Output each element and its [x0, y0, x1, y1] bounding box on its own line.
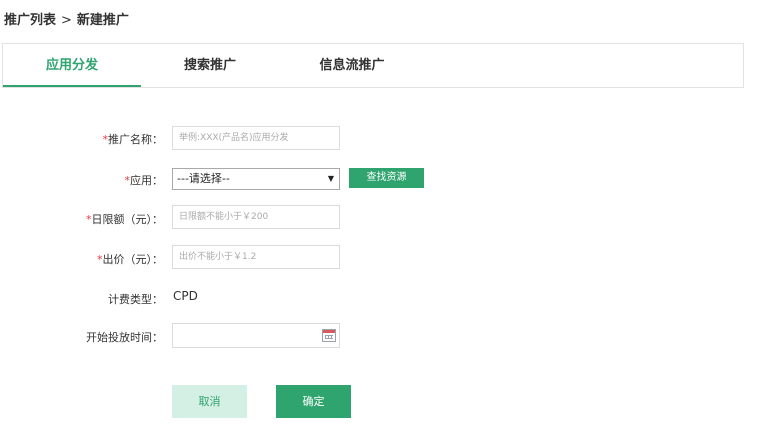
app-label: *应用： [0, 172, 164, 188]
billing-type-label: 计费类型： [0, 291, 163, 307]
app-label-text: 应用： [130, 174, 163, 187]
bid-label: *出价（元）： [0, 251, 163, 267]
confirm-button[interactable]: 确定 [276, 385, 351, 418]
name-label-text: 推广名称： [108, 133, 163, 146]
daily-limit-input[interactable] [172, 205, 340, 229]
tab-search-promotion[interactable]: 搜索推广 [158, 44, 262, 87]
app-select[interactable]: ---请选择-- ▼ [172, 168, 340, 190]
breadcrumb-separator: > [61, 13, 72, 28]
breadcrumb: 推广列表 > 新建推广 [4, 9, 129, 28]
tab-feed-promotion[interactable]: 信息流推广 [293, 44, 411, 87]
start-time-input[interactable] [172, 323, 340, 348]
start-time-label-text: 开始投放时间： [86, 331, 163, 344]
tab-bar: 应用分发 搜索推广 信息流推广 [2, 43, 744, 88]
daily-limit-label: *日限额（元）： [0, 211, 163, 227]
breadcrumb-parent-link[interactable]: 推广列表 [4, 9, 56, 28]
billing-type-label-text: 计费类型： [108, 293, 163, 306]
daily-limit-label-text: 日限额（元）： [91, 213, 164, 226]
cancel-button[interactable]: 取消 [172, 385, 247, 418]
bid-input[interactable] [172, 245, 340, 269]
app-select-value: ---请选择-- [177, 172, 230, 185]
name-label: *推广名称： [0, 131, 164, 147]
find-resource-button[interactable]: 查找资源 [349, 168, 424, 188]
calendar-icon[interactable] [322, 329, 336, 342]
tab-app-distribution[interactable]: 应用分发 [3, 44, 141, 87]
chevron-down-icon: ▼ [327, 174, 334, 183]
promotion-name-input[interactable] [172, 126, 340, 150]
breadcrumb-current: 新建推广 [76, 13, 129, 28]
billing-type-value: CPD [173, 289, 198, 303]
bid-label-text: 出价（元）： [102, 253, 164, 266]
start-time-label: 开始投放时间： [0, 329, 163, 345]
